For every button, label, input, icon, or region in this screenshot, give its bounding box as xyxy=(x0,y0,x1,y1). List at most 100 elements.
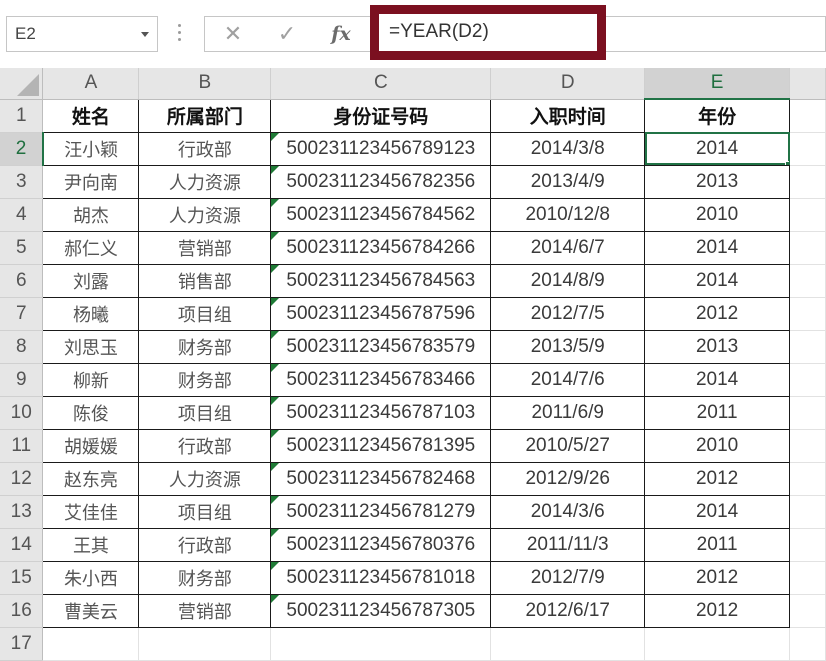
insert-function-icon[interactable]: fx xyxy=(321,17,361,51)
cell-name[interactable]: 赵东亮 xyxy=(42,461,140,496)
cell-name[interactable]: 陈俊 xyxy=(42,395,140,430)
cell-id-number[interactable]: 500231123456780376 xyxy=(270,527,492,562)
formula-input[interactable]: =YEAR(D2) xyxy=(370,5,606,60)
cell-year[interactable]: 2010 xyxy=(644,428,791,463)
empty-cell[interactable] xyxy=(270,627,492,661)
cell-name[interactable]: 曹美云 xyxy=(42,593,140,628)
row-header[interactable]: 8 xyxy=(0,330,44,364)
cell-department[interactable]: 行政部 xyxy=(138,527,272,562)
column-header-e[interactable]: E xyxy=(644,68,791,100)
cell-hire-date[interactable]: 2010/12/8 xyxy=(490,197,646,232)
empty-cell[interactable] xyxy=(789,363,826,397)
cell-id-number[interactable]: 500231123456781018 xyxy=(270,560,492,595)
cell-year[interactable]: 2012 xyxy=(644,560,791,595)
cell-department[interactable]: 财务部 xyxy=(138,362,272,397)
cell-hire-date[interactable]: 2013/5/9 xyxy=(490,329,646,364)
row-header[interactable]: 11 xyxy=(0,429,44,463)
cell-id-number[interactable]: 500231123456782468 xyxy=(270,461,492,496)
cell-hire-date[interactable]: 2014/7/6 xyxy=(490,362,646,397)
cell-year[interactable]: 2012 xyxy=(644,593,791,628)
cell-year[interactable]: 2014 xyxy=(644,362,791,397)
row-header[interactable]: 5 xyxy=(0,231,44,265)
row-header[interactable]: 15 xyxy=(0,561,44,595)
empty-cell[interactable] xyxy=(789,594,826,628)
row-header[interactable]: 4 xyxy=(0,198,44,232)
cell-department[interactable]: 项目组 xyxy=(138,296,272,331)
cell-department[interactable]: 项目组 xyxy=(138,395,272,430)
cell-year[interactable]: 2012 xyxy=(644,296,791,331)
row-header[interactable]: 1 xyxy=(0,99,44,133)
cell-hire-date[interactable]: 2011/6/9 xyxy=(490,395,646,430)
empty-cell[interactable] xyxy=(789,462,826,496)
empty-cell[interactable] xyxy=(490,627,646,661)
row-header[interactable]: 13 xyxy=(0,495,44,529)
name-box-dropdown-icon[interactable] xyxy=(141,32,149,37)
cell-id-number[interactable]: 500231123456781395 xyxy=(270,428,492,463)
cell-hire-date[interactable]: 2010/5/27 xyxy=(490,428,646,463)
column-header-c[interactable]: C xyxy=(270,68,492,100)
cell-name[interactable]: 艾佳佳 xyxy=(42,494,140,529)
cell-id-number[interactable]: 500231123456782356 xyxy=(270,164,492,199)
empty-cell[interactable] xyxy=(789,264,826,298)
formula-bar-grip-icon[interactable] xyxy=(178,24,181,44)
cell-hire-date[interactable]: 2014/8/9 xyxy=(490,263,646,298)
cell-name[interactable]: 柳新 xyxy=(42,362,140,397)
cell-name[interactable]: 杨曦 xyxy=(42,296,140,331)
row-header[interactable]: 10 xyxy=(0,396,44,430)
cell-department[interactable]: 营销部 xyxy=(138,230,272,265)
cell-year[interactable]: 2014 xyxy=(644,263,791,298)
cell-hire-date[interactable]: 2012/6/17 xyxy=(490,593,646,628)
cell-name[interactable]: 胡杰 xyxy=(42,197,140,232)
empty-cell[interactable] xyxy=(789,561,826,595)
header-cell-name[interactable]: 姓名 xyxy=(42,98,140,133)
cell-hire-date[interactable]: 2014/6/7 xyxy=(490,230,646,265)
cell-name[interactable]: 郝仁义 xyxy=(42,230,140,265)
empty-cell[interactable] xyxy=(789,330,826,364)
cell-year[interactable]: 2013 xyxy=(644,329,791,364)
cell-name[interactable]: 胡媛媛 xyxy=(42,428,140,463)
cell-id-number[interactable]: 500231123456789123 xyxy=(270,131,492,166)
cell-hire-date[interactable]: 2011/11/3 xyxy=(490,527,646,562)
empty-cell[interactable] xyxy=(789,528,826,562)
cell-department[interactable]: 财务部 xyxy=(138,329,272,364)
cell-name[interactable]: 刘露 xyxy=(42,263,140,298)
cell-hire-date[interactable]: 2014/3/6 xyxy=(490,494,646,529)
cell-id-number[interactable]: 500231123456781279 xyxy=(270,494,492,529)
cell-id-number[interactable]: 500231123456783466 xyxy=(270,362,492,397)
empty-cell[interactable] xyxy=(789,297,826,331)
empty-cell[interactable] xyxy=(789,429,826,463)
cell-hire-date[interactable]: 2012/9/26 xyxy=(490,461,646,496)
empty-cell[interactable] xyxy=(789,99,826,133)
cell-id-number[interactable]: 500231123456784562 xyxy=(270,197,492,232)
cell-year[interactable]: 2011 xyxy=(644,527,791,562)
column-header-b[interactable]: B xyxy=(138,68,272,100)
cell-id-number[interactable]: 500231123456783579 xyxy=(270,329,492,364)
empty-cell[interactable] xyxy=(42,627,140,661)
empty-cell[interactable] xyxy=(789,495,826,529)
cell-hire-date[interactable]: 2012/7/9 xyxy=(490,560,646,595)
row-header[interactable]: 17 xyxy=(0,627,44,661)
cell-department[interactable]: 财务部 xyxy=(138,560,272,595)
header-cell-hire-date[interactable]: 入职时间 xyxy=(490,98,646,133)
formula-input-rest[interactable] xyxy=(596,16,826,52)
cell-id-number[interactable]: 500231123456787305 xyxy=(270,593,492,628)
cell-department[interactable]: 人力资源 xyxy=(138,197,272,232)
cell-department[interactable]: 营销部 xyxy=(138,593,272,628)
cell-name[interactable]: 刘思玉 xyxy=(42,329,140,364)
cell-year[interactable]: 2012 xyxy=(644,461,791,496)
cell-name[interactable]: 尹向南 xyxy=(42,164,140,199)
row-header[interactable]: 14 xyxy=(0,528,44,562)
cell-year[interactable]: 2013 xyxy=(644,164,791,199)
empty-cell[interactable] xyxy=(789,165,826,199)
cell-name[interactable]: 汪小颖 xyxy=(42,131,140,166)
cell-id-number[interactable]: 500231123456787103 xyxy=(270,395,492,430)
cell-department[interactable]: 行政部 xyxy=(138,131,272,166)
row-header[interactable]: 9 xyxy=(0,363,44,397)
empty-cell[interactable] xyxy=(644,627,791,661)
cell-department[interactable]: 销售部 xyxy=(138,263,272,298)
cell-name[interactable]: 王其 xyxy=(42,527,140,562)
cell-year[interactable]: 2014 xyxy=(644,131,791,166)
cell-department[interactable]: 人力资源 xyxy=(138,461,272,496)
cell-hire-date[interactable]: 2013/4/9 xyxy=(490,164,646,199)
header-cell-department[interactable]: 所属部门 xyxy=(138,98,272,133)
